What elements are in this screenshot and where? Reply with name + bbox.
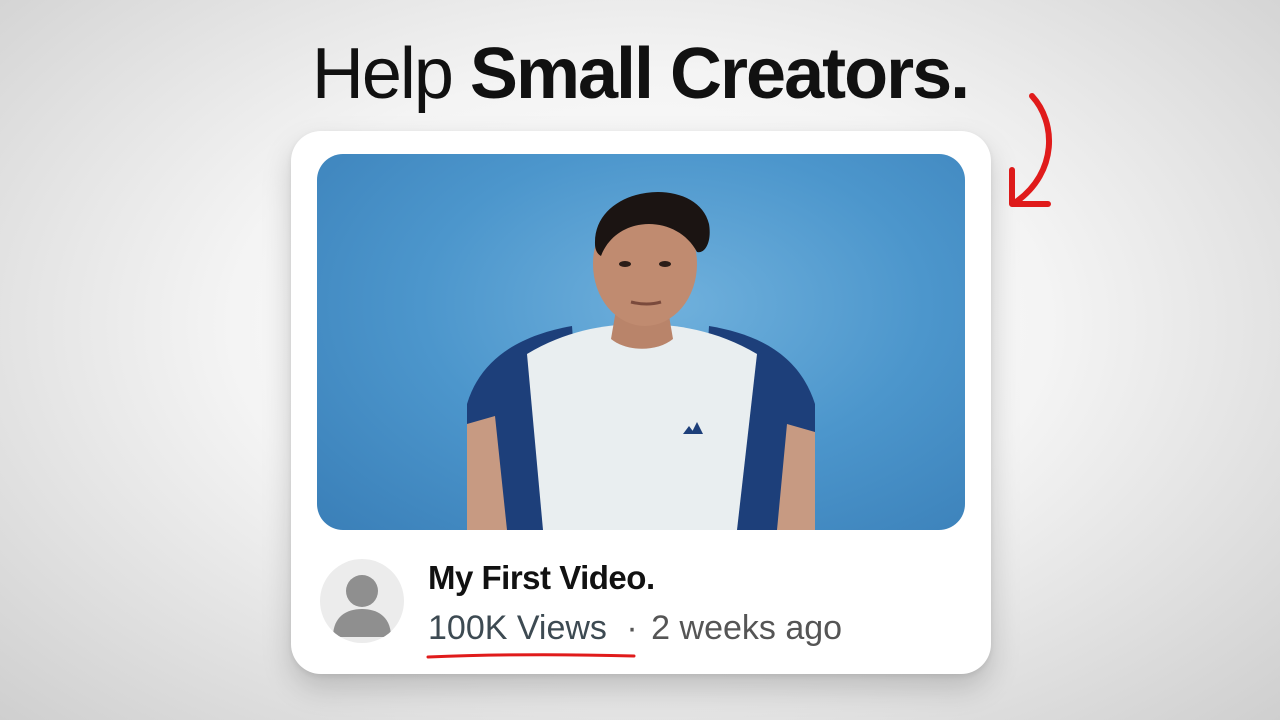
headline: Help Small Creators. — [0, 38, 1280, 110]
channel-avatar[interactable] — [320, 559, 404, 643]
meta-separator: · — [626, 609, 638, 647]
video-card[interactable]: My First Video. 100K Views · 2 weeks ago — [291, 131, 991, 674]
headline-light: Help — [311, 34, 454, 114]
video-thumbnail[interactable] — [317, 154, 965, 530]
headline-bold: Small Creators. — [469, 34, 970, 114]
view-count: 100K Views — [426, 609, 636, 659]
video-meta: 100K Views · 2 weeks ago — [426, 609, 843, 659]
video-title[interactable]: My First Video. — [428, 559, 655, 597]
curved-arrow-icon — [1009, 93, 1052, 207]
upload-age: 2 weeks ago — [651, 609, 843, 647]
view-count-text: 100K Views — [428, 609, 607, 647]
user-avatar-icon — [333, 575, 391, 637]
red-underline — [426, 653, 636, 659]
thumbnail-image — [467, 191, 815, 530]
